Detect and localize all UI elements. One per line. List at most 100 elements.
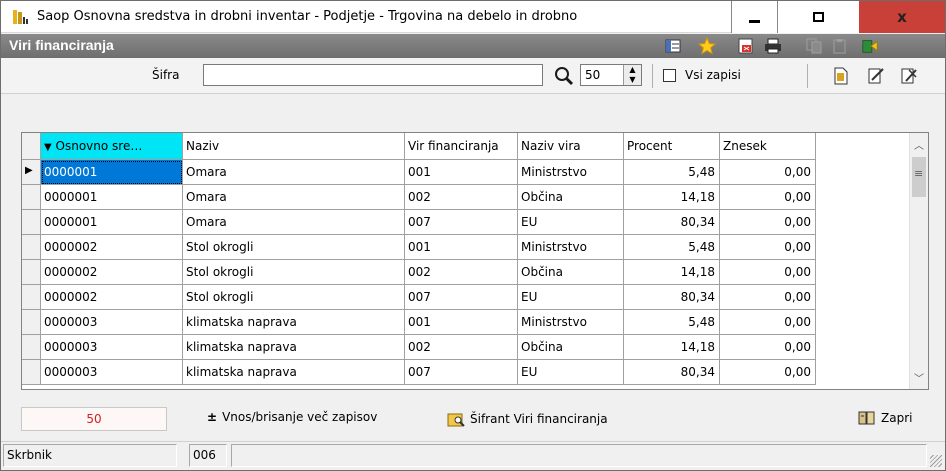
cell-procent[interactable]: 5,48: [624, 310, 720, 335]
cell-osnovno-sredstvo[interactable]: 0000002: [41, 235, 183, 260]
cell-osnovno-sredstvo[interactable]: 0000001: [41, 185, 183, 210]
cell-naziv-vira[interactable]: Občina: [518, 335, 624, 360]
cell-procent[interactable]: 80,34: [624, 360, 720, 385]
stepper-down-icon[interactable]: ▼: [624, 75, 641, 85]
cell-znesek[interactable]: 0,00: [720, 185, 816, 210]
cell-naziv-vira[interactable]: Občina: [518, 185, 624, 210]
column-header-procent[interactable]: Procent: [624, 133, 720, 160]
cell-procent[interactable]: 5,48: [624, 160, 720, 185]
cell-osnovno-sredstvo[interactable]: 0000002: [41, 285, 183, 310]
cell-znesek[interactable]: 0,00: [720, 335, 816, 360]
all-records-checkbox[interactable]: [663, 69, 676, 82]
table-row[interactable]: 0000002 Stol okrogli 007 EU 80,34 0,00: [22, 285, 822, 310]
cell-procent[interactable]: 5,48: [624, 235, 720, 260]
table-row[interactable]: 0000001 Omara 007 EU 80,34 0,00: [22, 210, 822, 235]
exit-form-icon[interactable]: [861, 37, 879, 55]
cell-naziv[interactable]: klimatska naprava: [183, 310, 405, 335]
data-grid[interactable]: ▼ Osnovno sre… Naziv Vir financiranja Na…: [21, 132, 929, 390]
row-indicator[interactable]: [22, 360, 41, 385]
current-row-pointer-icon[interactable]: ▶: [22, 160, 41, 185]
table-row[interactable]: 0000003 klimatska naprava 007 EU 80,34 0,00: [22, 360, 822, 385]
scroll-thumb[interactable]: [912, 157, 926, 197]
cell-vir-financiranja[interactable]: 001: [405, 160, 518, 185]
cell-naziv[interactable]: klimatska naprava: [183, 335, 405, 360]
cell-naziv[interactable]: Stol okrogli: [183, 235, 405, 260]
column-header-osnovno-sredstvo[interactable]: ▼ Osnovno sre…: [41, 133, 183, 160]
scroll-up-icon[interactable]: ︿: [914, 137, 924, 152]
cell-naziv[interactable]: Stol okrogli: [183, 260, 405, 285]
cell-vir-financiranja[interactable]: 007: [405, 360, 518, 385]
table-row[interactable]: 0000002 Stol okrogli 001 Ministrstvo 5,48 0,0…: [22, 235, 822, 260]
cell-znesek[interactable]: 0,00: [720, 210, 816, 235]
search-icon[interactable]: [554, 66, 574, 86]
row-indicator[interactable]: [22, 235, 41, 260]
favorite-star-icon[interactable]: [698, 37, 716, 55]
sifrant-viri-financiranja-button[interactable]: Šifrant Viri financiranja: [447, 410, 608, 428]
cell-vir-financiranja[interactable]: 001: [405, 235, 518, 260]
cell-procent[interactable]: 14,18: [624, 185, 720, 210]
cell-vir-financiranja[interactable]: 002: [405, 185, 518, 210]
row-indicator[interactable]: [22, 285, 41, 310]
cell-procent[interactable]: 14,18: [624, 260, 720, 285]
cell-naziv[interactable]: Omara: [183, 185, 405, 210]
stepper-up-icon[interactable]: ▲: [624, 65, 641, 75]
cell-znesek[interactable]: 0,00: [720, 360, 816, 385]
row-indicator[interactable]: [22, 210, 41, 235]
cell-osnovno-sredstvo[interactable]: 0000001: [41, 160, 183, 185]
cell-znesek[interactable]: 0,00: [720, 260, 816, 285]
cell-osnovno-sredstvo[interactable]: 0000001: [41, 210, 183, 235]
cell-osnovno-sredstvo[interactable]: 0000003: [41, 335, 183, 360]
vertical-scrollbar[interactable]: ︿ ﹀: [909, 133, 928, 389]
cell-procent[interactable]: 80,34: [624, 210, 720, 235]
resize-grip-icon[interactable]: [930, 455, 942, 467]
record-limit-value[interactable]: 50: [585, 68, 600, 82]
cell-naziv[interactable]: Stol okrogli: [183, 285, 405, 310]
column-header-naziv[interactable]: Naziv: [183, 133, 405, 160]
row-indicator[interactable]: [22, 335, 41, 360]
cell-procent[interactable]: 14,18: [624, 335, 720, 360]
table-row[interactable]: 0000003 klimatska naprava 002 Občina 14,18 0,…: [22, 335, 822, 360]
print-icon[interactable]: [764, 37, 782, 55]
cell-vir-financiranja[interactable]: 001: [405, 310, 518, 335]
cell-procent[interactable]: 80,34: [624, 285, 720, 310]
cell-vir-financiranja[interactable]: 007: [405, 210, 518, 235]
delete-record-icon[interactable]: [899, 66, 919, 86]
column-header-znesek[interactable]: Znesek: [720, 133, 816, 160]
cell-naziv-vira[interactable]: EU: [518, 285, 624, 310]
maximize-button[interactable]: [777, 1, 859, 33]
cell-naziv-vira[interactable]: Ministrstvo: [518, 160, 624, 185]
cell-naziv[interactable]: klimatska naprava: [183, 360, 405, 385]
export-pdf-icon[interactable]: [737, 37, 755, 55]
cell-naziv-vira[interactable]: Ministrstvo: [518, 235, 624, 260]
layout-icon[interactable]: [664, 37, 682, 55]
table-row[interactable]: 0000002 Stol okrogli 002 Občina 14,18 0,00: [22, 260, 822, 285]
table-row[interactable]: 0000003 klimatska naprava 001 Ministrstvo 5,…: [22, 310, 822, 335]
cell-naziv[interactable]: Omara: [183, 160, 405, 185]
cell-znesek[interactable]: 0,00: [720, 285, 816, 310]
record-limit-stepper[interactable]: 50 ▲ ▼: [580, 64, 642, 86]
row-indicator[interactable]: [22, 310, 41, 335]
column-header-naziv-vira[interactable]: Naziv vira: [518, 133, 624, 160]
sifra-search-input[interactable]: [203, 64, 543, 86]
cell-znesek[interactable]: 0,00: [720, 235, 816, 260]
cell-osnovno-sredstvo[interactable]: 0000003: [41, 360, 183, 385]
cell-vir-financiranja[interactable]: 002: [405, 260, 518, 285]
cell-vir-financiranja[interactable]: 007: [405, 285, 518, 310]
cell-znesek[interactable]: 0,00: [720, 310, 816, 335]
new-record-icon[interactable]: [831, 66, 851, 86]
scroll-down-icon[interactable]: ﹀: [914, 370, 924, 385]
cell-naziv-vira[interactable]: Ministrstvo: [518, 310, 624, 335]
cell-naziv-vira[interactable]: EU: [518, 360, 624, 385]
cell-vir-financiranja[interactable]: 002: [405, 335, 518, 360]
cell-osnovno-sredstvo[interactable]: 0000002: [41, 260, 183, 285]
cell-osnovno-sredstvo[interactable]: 0000003: [41, 310, 183, 335]
minimize-button[interactable]: [731, 1, 777, 33]
cell-naziv[interactable]: Omara: [183, 210, 405, 235]
table-row[interactable]: 0000001 Omara 002 Občina 14,18 0,00: [22, 185, 822, 210]
edit-record-icon[interactable]: [866, 66, 886, 86]
cell-naziv-vira[interactable]: Občina: [518, 260, 624, 285]
close-form-button[interactable]: Zapri: [858, 410, 912, 426]
cell-naziv-vira[interactable]: EU: [518, 210, 624, 235]
cell-znesek[interactable]: 0,00: [720, 160, 816, 185]
row-indicator[interactable]: [22, 185, 41, 210]
